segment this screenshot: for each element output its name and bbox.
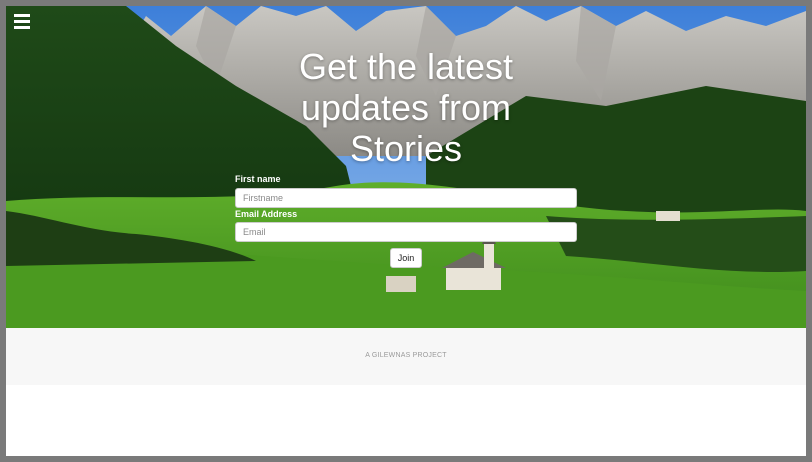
first-name-label: First name bbox=[235, 174, 281, 184]
page-frame: Get the latest updates from Stories Firs… bbox=[6, 6, 806, 456]
footer: A GILEWNAS PROJECT bbox=[6, 328, 806, 385]
email-input[interactable] bbox=[235, 222, 577, 242]
join-button[interactable]: Join bbox=[390, 248, 422, 268]
hero-section: Get the latest updates from Stories Firs… bbox=[6, 6, 806, 328]
footer-credit: A GILEWNAS PROJECT bbox=[365, 352, 447, 359]
hero-headline: Get the latest updates from Stories bbox=[298, 46, 514, 169]
hamburger-menu-icon[interactable] bbox=[14, 14, 30, 30]
email-label: Email Address bbox=[235, 209, 298, 219]
first-name-input[interactable] bbox=[235, 188, 577, 208]
